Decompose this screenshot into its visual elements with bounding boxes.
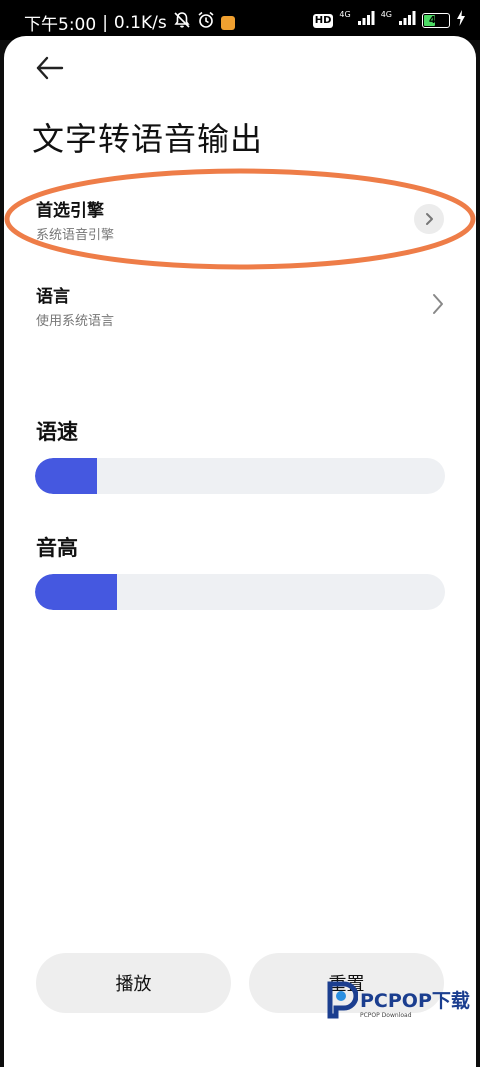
status-separator: | [102, 12, 108, 33]
play-button[interactable]: 播放 [36, 953, 231, 1013]
net-type-1: 4G [339, 10, 351, 19]
speech-rate-slider[interactable] [35, 458, 445, 494]
status-net-speed: 0.1K/s [113, 12, 167, 33]
pcpop-logo-icon [327, 981, 358, 1019]
hd-badge: HD [312, 13, 334, 28]
battery-icon: 41 [422, 13, 450, 28]
net-type-2: 4G [380, 10, 392, 19]
speech-rate-fill [35, 458, 97, 494]
status-time: 下午5:00 [24, 15, 97, 35]
screen: 下午5:00 | 0.1K/s HD 4G 4G 41 文字转语音输出 首选引擎… [0, 0, 480, 1067]
language-row[interactable]: 语言 使用系统语言 [4, 282, 476, 352]
bell-off-icon [173, 11, 191, 34]
pitch-slider[interactable] [35, 574, 445, 610]
page-title: 文字转语音输出 [32, 120, 264, 158]
signal-icon [357, 10, 375, 31]
pitch-fill [35, 574, 117, 610]
app-notification-icon [220, 15, 235, 30]
status-left: 下午5:00 | 0.1K/s [24, 10, 235, 35]
language-title: 语言 [36, 287, 70, 307]
chevron-right-icon [428, 290, 448, 318]
watermark-sub: PCPOP Download [360, 1012, 412, 1019]
signal-icon [398, 10, 416, 31]
pitch-label: 音高 [36, 536, 78, 560]
chevron-right-icon [414, 204, 444, 234]
preferred-engine-row[interactable]: 首选引擎 系统语音引擎 [4, 196, 476, 266]
speech-rate-label: 语速 [36, 420, 78, 444]
status-right: HD 4G 4G 41 [312, 10, 466, 31]
settings-card: 文字转语音输出 首选引擎 系统语音引擎 语言 使用系统语言 语速 音高 播放 重… [4, 36, 476, 1067]
alarm-icon [197, 11, 215, 34]
language-subtitle: 使用系统语言 [36, 314, 115, 329]
preferred-engine-subtitle: 系统语音引擎 [36, 228, 115, 243]
charging-icon [456, 10, 466, 31]
status-bar: 下午5:00 | 0.1K/s HD 4G 4G 41 [0, 0, 480, 40]
back-arrow-icon[interactable] [34, 52, 66, 84]
preferred-engine-title: 首选引擎 [36, 201, 104, 221]
watermark-brand: PCPOP下载 [360, 990, 470, 1012]
watermark: PCPOP下载 PCPOP Download [322, 980, 472, 1040]
battery-level: 41 [429, 15, 443, 26]
